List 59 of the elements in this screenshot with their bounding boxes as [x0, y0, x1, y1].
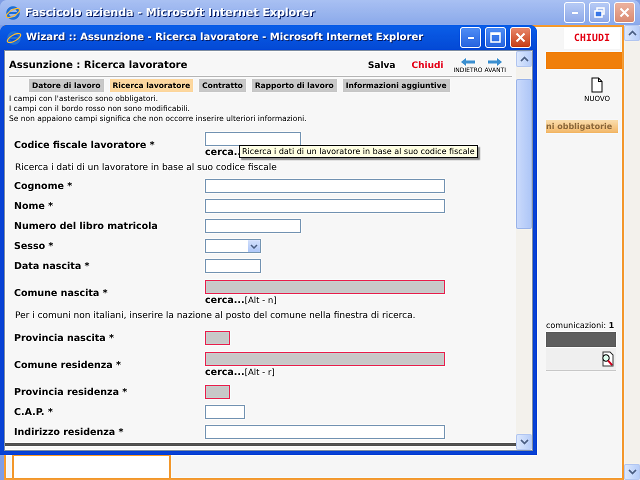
field-label: Cognome *	[13, 180, 74, 192]
field-label: Data nascita *	[13, 260, 90, 272]
close-link[interactable]: CHIUDI	[564, 28, 620, 49]
help-text: Ricerca i dati di un lavoratore in base al suo codice fiscale	[14, 162, 278, 175]
minimize-icon	[572, 12, 578, 14]
chevron-down-icon	[250, 244, 258, 248]
input-field[interactable]	[205, 385, 230, 399]
input-field[interactable]	[205, 132, 301, 146]
window-title: Wizard :: Assunzione - Ricerca lavoratore - Microsoft Internet Explorer	[26, 32, 424, 43]
field-label: Provincia nascita *	[13, 332, 115, 344]
save-link[interactable]: Salva	[362, 60, 402, 70]
search-link[interactable]: cerca...	[205, 295, 245, 306]
input-field[interactable]	[205, 219, 301, 233]
maximize-icon	[490, 32, 501, 43]
field-label: Sesso *	[13, 240, 54, 252]
document-icon	[591, 77, 604, 93]
browser-icon	[5, 4, 21, 20]
tooltip: Ricerca i dati di un lavoratore in base al suo codice fiscale	[239, 145, 478, 158]
scrollbar[interactable]	[516, 51, 532, 450]
help-text: Per i comuni non italiani, inserire la nazione al posto del comune nella finestra di ricerca.	[14, 310, 417, 323]
shortcut-hint: [Alt - n]	[244, 296, 277, 306]
dropdown[interactable]	[205, 239, 261, 253]
input-field[interactable]	[205, 405, 245, 419]
restore-icon	[594, 7, 605, 18]
magnifier-document-icon	[600, 351, 614, 367]
left-arrow-icon	[460, 57, 476, 67]
field-label: Codice fiscale lavoratore *	[13, 140, 156, 150]
count-value: 1	[608, 321, 614, 330]
shortcut-hint: [Alt - r]	[244, 368, 275, 378]
input-field[interactable]	[205, 352, 445, 366]
input-field[interactable]	[205, 179, 445, 193]
close-icon	[515, 32, 526, 43]
field-label: Comune residenza *	[13, 360, 122, 370]
count-label: comunicazioni:	[546, 321, 608, 330]
minimize-icon	[468, 36, 474, 38]
close-button[interactable]	[510, 27, 531, 48]
window-title: Fascicolo azienda - Microsoft Internet Explorer	[25, 6, 316, 19]
close-icon	[619, 7, 630, 18]
close-link[interactable]: Chiudi	[405, 60, 450, 70]
field-label: C.A.P. *	[13, 406, 54, 418]
page-heading: Assunzione : Ricerca lavoratore	[9, 60, 188, 71]
field-label: Provincia residenza *	[13, 386, 128, 398]
input-field[interactable]	[205, 425, 445, 439]
scrollbar[interactable]	[624, 25, 640, 480]
search-link[interactable]: cerca..	[205, 147, 242, 158]
input-field[interactable]	[205, 259, 261, 273]
browser-icon	[6, 30, 22, 46]
input-field[interactable]	[205, 199, 445, 213]
field-label: Indirizzo residenza *	[13, 426, 124, 438]
right-arrow-icon	[487, 57, 504, 67]
minimize-button[interactable]	[460, 27, 481, 48]
input-field[interactable]	[205, 280, 445, 294]
table-header	[546, 332, 616, 347]
field-label: Numero del libro matricola	[13, 220, 159, 232]
maximize-button[interactable]	[485, 27, 506, 48]
search-link[interactable]: cerca...	[205, 367, 245, 378]
field-label: Nome *	[13, 200, 54, 212]
field-label: Comune nascita *	[13, 288, 109, 298]
input-field[interactable]	[205, 331, 230, 345]
